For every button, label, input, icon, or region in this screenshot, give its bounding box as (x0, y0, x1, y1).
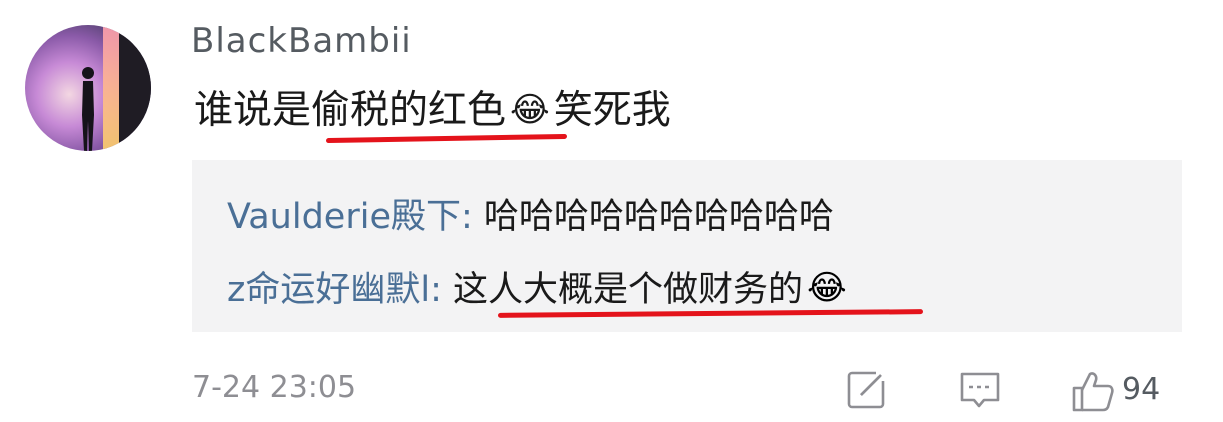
comment-icon (960, 372, 1000, 408)
reply-item: z命运好幽默l: 这人大概是个做财务的 😂 (227, 261, 851, 312)
comment-username[interactable]: BlackBambii (191, 21, 412, 61)
reply-item: Vaulderie殿下: 哈哈哈哈哈哈哈哈哈哈 (227, 188, 834, 239)
person-silhouette-icon (82, 67, 94, 151)
comment-text-highlight: 偷税的红色 (311, 88, 507, 133)
comment-text-part2: 笑死我 (553, 88, 671, 133)
thumbs-up-icon (1072, 372, 1114, 412)
comment-timestamp: 7-24 23:05 (192, 370, 357, 405)
replies-panel: Vaulderie殿下: 哈哈哈哈哈哈哈哈哈哈 z命运好幽默l: 这人大概是个做… (192, 160, 1182, 332)
reply-username[interactable]: z命运好幽默l (227, 270, 430, 310)
reply-separator: : (460, 197, 484, 237)
comment-text-part1: 谁说是 (194, 88, 312, 133)
laughing-crying-emoji-icon: 😂 (807, 268, 847, 308)
avatar-dark-panel (119, 25, 151, 151)
reply-separator: : (430, 270, 454, 310)
reply-message: 哈哈哈哈哈哈哈哈哈哈 (483, 197, 834, 237)
comment-footer: 7-24 23:05 94 (0, 360, 1223, 422)
red-underline-annotation (325, 133, 568, 144)
laughing-crying-emoji-icon: 😂 (510, 90, 550, 130)
reply-message: 这人大概是个做财务的 (453, 270, 804, 310)
like-count: 94 (1122, 372, 1161, 407)
avatar-light-stripe (103, 25, 119, 151)
comment-button[interactable] (958, 368, 1002, 416)
reply-username[interactable]: Vaulderie殿下 (227, 197, 461, 237)
avatar[interactable] (25, 25, 151, 151)
comment-card: BlackBambii 谁说是偷税的红色 😂 笑死我 Vaulderie殿下: 哈哈… (0, 0, 1223, 422)
comment-text: 谁说是偷税的红色 😂 笑死我 (194, 79, 671, 135)
like-button[interactable] (1070, 368, 1116, 418)
edit-icon (847, 370, 887, 409)
edit-button[interactable] (846, 368, 888, 414)
